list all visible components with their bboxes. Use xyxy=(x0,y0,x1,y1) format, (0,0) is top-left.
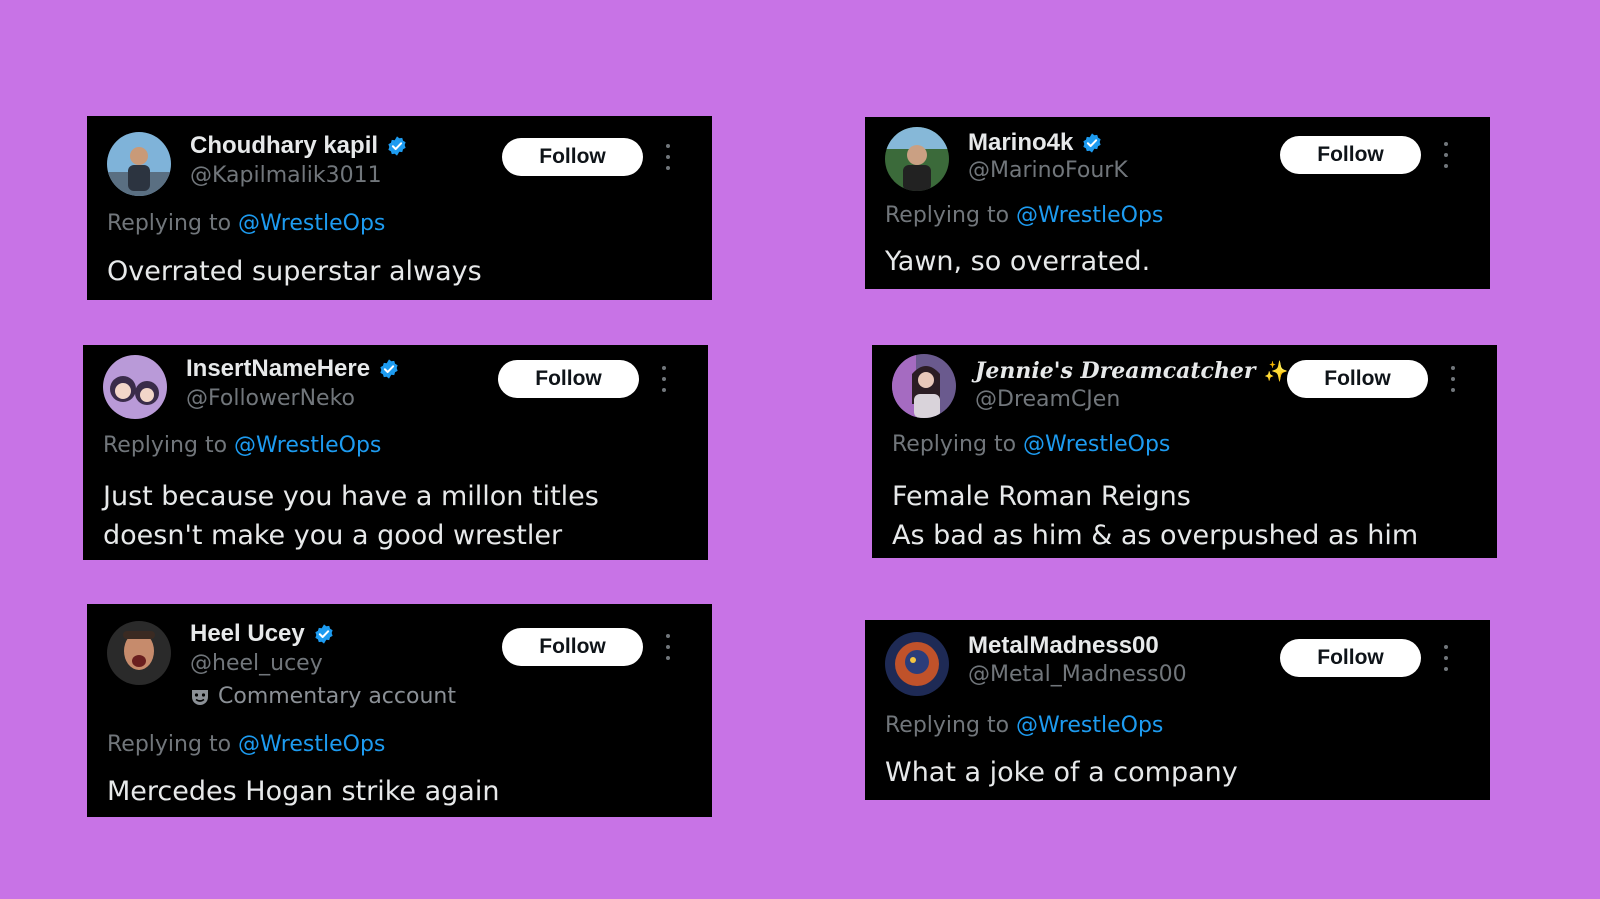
replying-to: Replying to @WrestleOps xyxy=(107,211,385,236)
avatar[interactable] xyxy=(885,632,949,696)
follow-button[interactable]: Follow xyxy=(1287,360,1428,398)
display-name[interactable]: Heel Ucey xyxy=(190,620,305,648)
tweet-card: Choudhary kapil @Kapilmalik3011 Follow R… xyxy=(87,116,712,300)
mention-link[interactable]: @WrestleOps xyxy=(238,732,385,757)
follow-button[interactable]: Follow xyxy=(1280,639,1421,677)
more-options-icon[interactable] xyxy=(664,144,672,170)
tweet-card: MetalMadness00 @Metal_Madness00 Follow R… xyxy=(865,620,1490,800)
tweet-text: Mercedes Hogan strike again xyxy=(107,776,500,807)
reply-prefix: Replying to xyxy=(892,432,1024,457)
handle[interactable]: @DreamCJen xyxy=(975,387,1120,412)
theater-mask-icon xyxy=(192,689,208,705)
avatar[interactable] xyxy=(107,621,171,685)
reply-prefix: Replying to xyxy=(107,211,239,236)
tweet-text: Overrated superstar always xyxy=(107,256,482,287)
follow-button[interactable]: Follow xyxy=(502,628,643,666)
reply-prefix: Replying to xyxy=(885,203,1017,228)
tweet-card: InsertNameHere @FollowerNeko Follow Repl… xyxy=(83,345,708,560)
verified-badge-icon xyxy=(380,359,398,379)
display-name[interactable]: Marino4k xyxy=(968,129,1073,157)
more-options-icon[interactable] xyxy=(664,634,672,660)
avatar[interactable] xyxy=(885,127,949,191)
tweet-text: Yawn, so overrated. xyxy=(885,246,1151,277)
handle[interactable]: @heel_ucey xyxy=(190,651,323,676)
tweet-text: What a joke of a company xyxy=(885,757,1238,788)
tweet-text: Female Roman Reigns As bad as him & as o… xyxy=(892,481,1419,551)
handle[interactable]: @Kapilmalik3011 xyxy=(190,163,382,188)
replying-to: Replying to @WrestleOps xyxy=(107,732,385,757)
commentary-label: Commentary account xyxy=(190,684,456,709)
handle[interactable]: @Metal_Madness00 xyxy=(968,662,1187,687)
reply-prefix: Replying to xyxy=(107,732,239,757)
mention-link[interactable]: @WrestleOps xyxy=(1016,203,1163,228)
replying-to: Replying to @WrestleOps xyxy=(892,432,1170,457)
commentary-text: Commentary account xyxy=(218,684,456,709)
replying-to: Replying to @WrestleOps xyxy=(885,713,1163,738)
avatar[interactable] xyxy=(103,355,167,419)
replying-to: Replying to @WrestleOps xyxy=(103,433,381,458)
more-options-icon[interactable] xyxy=(1442,142,1450,168)
more-options-icon[interactable] xyxy=(1442,645,1450,671)
display-name[interactable]: MetalMadness00 xyxy=(968,632,1159,660)
follow-button[interactable]: Follow xyxy=(1280,136,1421,174)
verified-badge-icon xyxy=(388,136,406,156)
verified-badge-icon xyxy=(315,624,333,644)
tweet-text: Just because you have a millon titles do… xyxy=(103,481,599,551)
more-options-icon[interactable] xyxy=(660,366,668,392)
avatar[interactable] xyxy=(107,132,171,196)
handle[interactable]: @MarinoFourK xyxy=(968,158,1128,183)
display-name[interactable]: Choudhary kapil xyxy=(190,132,378,160)
avatar[interactable] xyxy=(892,354,956,418)
tweet-card: Heel Ucey @heel_ucey Commentary account … xyxy=(87,604,712,817)
mention-link[interactable]: @WrestleOps xyxy=(1023,432,1170,457)
display-name[interactable]: Jennie's Dreamcatcher xyxy=(975,358,1256,384)
follow-button[interactable]: Follow xyxy=(502,138,643,176)
mention-link[interactable]: @WrestleOps xyxy=(234,433,381,458)
verified-badge-icon xyxy=(1083,133,1101,153)
display-name[interactable]: InsertNameHere xyxy=(186,355,370,383)
mention-link[interactable]: @WrestleOps xyxy=(1016,713,1163,738)
replying-to: Replying to @WrestleOps xyxy=(885,203,1163,228)
sparkles-icon: ✨ xyxy=(1263,359,1289,383)
tweet-card: Jennie's Dreamcatcher ✨ @DreamCJen Follo… xyxy=(872,345,1497,558)
mention-link[interactable]: @WrestleOps xyxy=(238,211,385,236)
reply-prefix: Replying to xyxy=(885,713,1017,738)
more-options-icon[interactable] xyxy=(1449,366,1457,392)
tweet-card: Marino4k @MarinoFourK Follow Replying to… xyxy=(865,117,1490,289)
handle[interactable]: @FollowerNeko xyxy=(186,386,355,411)
follow-button[interactable]: Follow xyxy=(498,360,639,398)
reply-prefix: Replying to xyxy=(103,433,235,458)
